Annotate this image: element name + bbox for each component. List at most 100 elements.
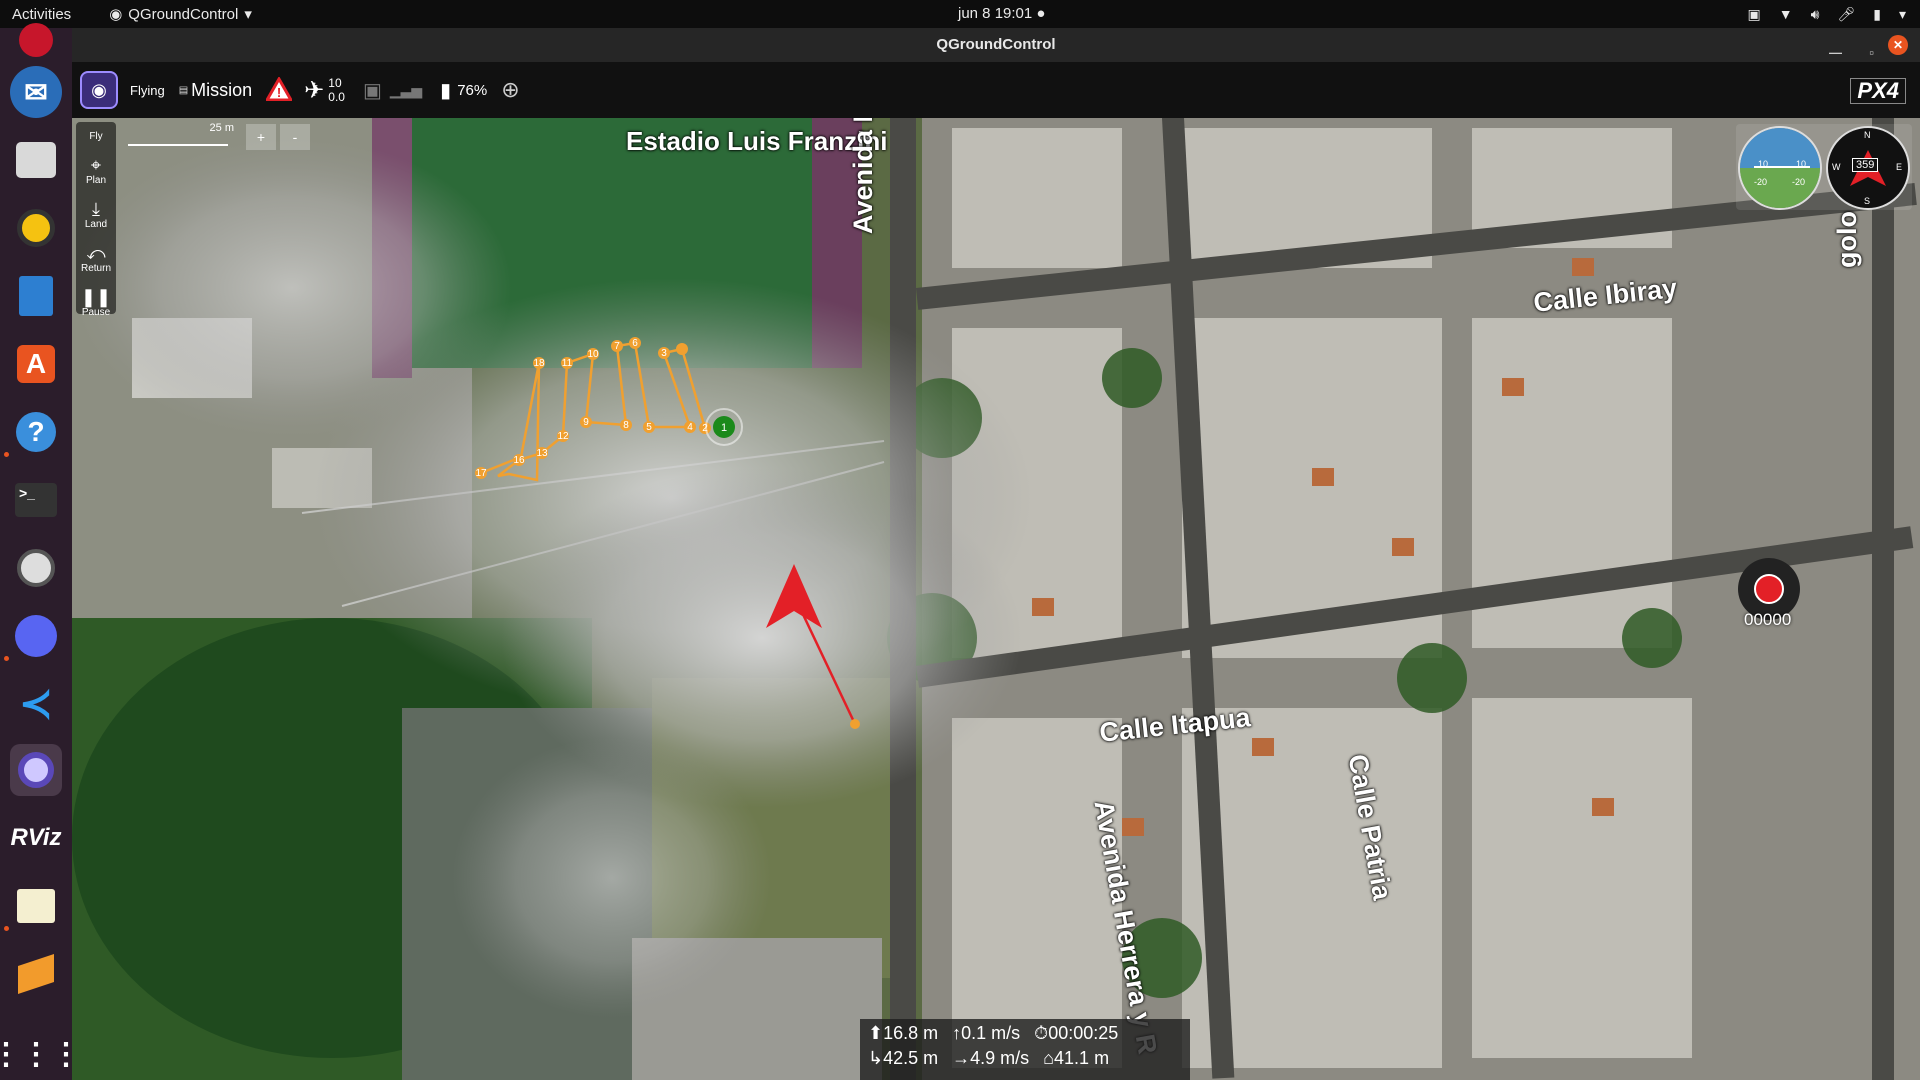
window-title: QGroundControl — [936, 36, 1056, 53]
gps-satellite-icon[interactable]: ✈ — [304, 76, 324, 105]
running-indicator — [4, 452, 9, 457]
pause-icon: ❚❚ — [80, 287, 112, 307]
vertical-speed-value: ↑0.1 m/s — [952, 1023, 1021, 1043]
compass-n: N — [1864, 130, 1871, 140]
return-tool[interactable]: ⤺ Return — [76, 230, 116, 274]
discord-tray-icon[interactable]: ▣ — [1748, 6, 1761, 23]
attitude-tick: 10 — [1796, 159, 1807, 169]
telemetry-panel[interactable]: ⬆16.8 m ↑0.1 m/s ⏱00:00:25 ↳42.5 m →4.9 … — [860, 1019, 1190, 1080]
compass-e: E — [1896, 162, 1903, 172]
clock[interactable]: jun 8 19:01 ● — [958, 0, 1045, 28]
video-counter: 00000 — [1744, 610, 1792, 629]
record-icon — [1754, 574, 1784, 604]
attitude-tick: 10 — [1758, 159, 1769, 169]
system-top-bar: Activities ◉ QGroundControl ▾ jun 8 19:0… — [0, 0, 1920, 28]
zoom-in-button[interactable]: + — [246, 124, 276, 150]
return-icon: ⤺ — [86, 243, 106, 263]
sublime-icon[interactable] — [10, 948, 62, 1000]
plan-icon: ⌖ — [90, 155, 102, 175]
terminal-icon[interactable]: >_ — [10, 474, 62, 526]
compass-indicator: N E W S 359 — [1826, 126, 1910, 210]
battery-percent: 76% — [457, 81, 488, 99]
writer-icon[interactable] — [10, 270, 62, 322]
ubuntu-icon[interactable] — [10, 14, 62, 66]
street-label-herrera-top: Avenida Herrera — [848, 118, 878, 234]
thunderbird-icon[interactable]: ✉ — [10, 66, 62, 118]
attitude-tick: -20 — [1754, 177, 1768, 187]
running-indicator — [4, 656, 9, 661]
clock-label: jun 8 19:01 — [958, 5, 1033, 22]
heading-readout: 359 — [1852, 158, 1879, 172]
system-tray[interactable]: ▣ ▼ 🔊︎ 🎤︎ ▮ ▾ — [1748, 0, 1906, 28]
compass-s: S — [1864, 196, 1871, 206]
plan-tool-label: Plan — [85, 175, 106, 186]
wifi-icon: ▼ — [1778, 6, 1793, 22]
qgc-logo-icon: ◉ — [91, 79, 107, 100]
map-scale-label: 25 m — [209, 122, 234, 134]
gps-status: 10 0.0 — [328, 76, 345, 104]
fly-tool[interactable]: Fly — [76, 122, 116, 142]
attitude-indicator: 10 10 -20 -20 — [1738, 126, 1822, 210]
qgc-menu-button[interactable]: ◉ — [80, 71, 118, 109]
svg-text:!: ! — [277, 85, 281, 100]
app-menu[interactable]: ◉ QGroundControl ▾ — [109, 5, 252, 24]
rviz-icon[interactable]: RViz — [10, 812, 62, 864]
discord-icon[interactable] — [10, 610, 62, 662]
qgroundcontrol-icon[interactable] — [10, 744, 62, 796]
ground-speed-value: →4.9 m/s — [952, 1048, 1030, 1068]
volume-icon: 🔊︎ — [1810, 5, 1820, 22]
tray-chevron-icon: ▾ — [1898, 5, 1906, 22]
home-distance-value: ⌂41.1 m — [1043, 1048, 1110, 1068]
street-label-edge: golo — [1832, 211, 1862, 268]
mission-path — [492, 340, 705, 470]
battery-status-icon[interactable]: ▮ — [440, 78, 451, 103]
window-titlebar: QGroundControl — ▫ ✕ — [72, 28, 1920, 62]
chevron-down-icon: ▾ — [244, 6, 252, 23]
mission-icon: ▤ — [178, 84, 189, 96]
qgc-toolbar: ◉ Flying ▤ Mission ! ✈ 10 0.0 ▣ ▁▃▅ ▮ 76… — [72, 62, 1920, 118]
search-icon[interactable] — [10, 542, 62, 594]
mission-label[interactable]: Mission — [191, 80, 252, 101]
battery-icon: ▮ — [1873, 5, 1881, 22]
mic-icon: 🎤︎ — [1837, 5, 1856, 22]
gimbal-icon[interactable]: ⊕ — [501, 77, 519, 103]
pause-tool-label: Pause — [81, 307, 111, 318]
notification-dot-icon: ● — [1036, 5, 1046, 22]
distance-value: ↳42.5 m — [868, 1048, 939, 1068]
altitude-value: ⬆16.8 m — [868, 1023, 939, 1043]
rhythmbox-icon[interactable] — [10, 202, 62, 254]
signal-bars-icon: ▁▃▅ — [389, 81, 423, 98]
files-icon[interactable] — [10, 134, 62, 186]
rc-icon[interactable]: ▣ — [363, 78, 382, 103]
pause-tool[interactable]: ❚❚ Pause — [76, 274, 116, 318]
map-scale: 25 m — [128, 122, 234, 152]
plan-tool[interactable]: ⌖ Plan — [76, 142, 116, 186]
fly-tool-strip: Fly ⌖ Plan ⤓ Land ⤺ Return ❚❚ Pause — [76, 122, 116, 318]
dock: ✉ A ? >_ ≺ RViz ⋮⋮⋮ — [0, 23, 81, 1080]
flight-time-value: ⏱00:00:25 — [1034, 1023, 1119, 1043]
land-tool[interactable]: ⤓ Land — [76, 186, 116, 230]
text-editor-icon[interactable] — [10, 880, 62, 932]
qgc-small-icon: ◉ — [109, 6, 123, 23]
help-icon[interactable]: ? — [10, 406, 62, 458]
px4-logo: PX4 — [1850, 78, 1906, 104]
return-tool-label: Return — [80, 263, 111, 274]
warning-icon[interactable]: ! — [264, 75, 294, 104]
software-icon[interactable]: A — [10, 338, 62, 390]
land-tool-label: Land — [84, 219, 108, 230]
instrument-panel[interactable]: 10 10 -20 -20 N E W S 359 — [1736, 124, 1912, 210]
attitude-tick: -20 — [1792, 177, 1806, 187]
close-icon[interactable]: ✕ — [1888, 35, 1908, 55]
flight-mode[interactable]: Flying — [130, 83, 165, 98]
app-menu-label: QGroundControl — [128, 5, 239, 23]
app-grid-icon[interactable]: ⋮⋮⋮ — [0, 1028, 81, 1080]
mission-overlay — [72, 118, 1920, 1080]
gps-hdop: 0.0 — [328, 90, 345, 104]
zoom-out-button[interactable]: - — [280, 124, 310, 150]
compass-w: W — [1832, 162, 1841, 172]
land-icon: ⤓ — [92, 199, 100, 219]
map-view[interactable]: 2 4 5 3 6 7 8 9 10 11 12 13 16 17 18 1 E… — [72, 118, 1920, 1080]
fly-tool-label: Fly — [89, 131, 103, 142]
vscode-icon[interactable]: ≺ — [10, 678, 62, 730]
gps-sat-count: 10 — [328, 76, 342, 90]
